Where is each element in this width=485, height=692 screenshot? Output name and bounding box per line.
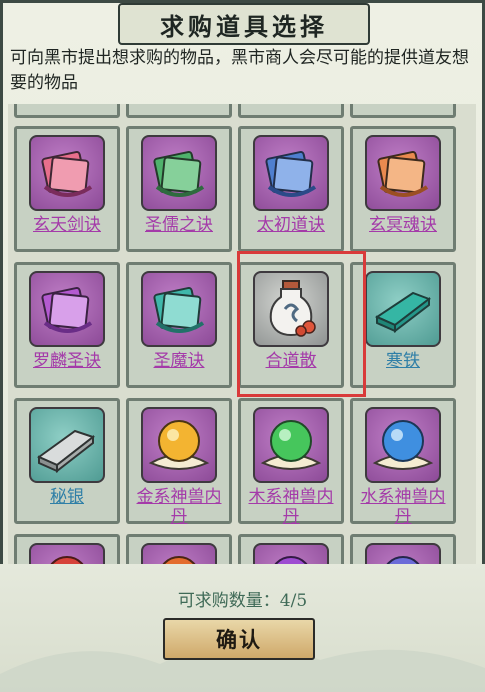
item-label: 金系神兽内丹 (136, 487, 222, 527)
item-label: 玄冥魂诀 (369, 215, 437, 235)
item-cell-partial[interactable] (126, 534, 232, 564)
item-label: 圣魔诀 (153, 351, 205, 371)
item-cell[interactable]: 水系神兽内丹 (350, 398, 456, 527)
gold-orb-icon (141, 407, 217, 483)
item-cell[interactable]: 圣儒之诀 (126, 126, 232, 252)
item-label: 玄天剑诀 (33, 215, 101, 235)
item-label: 木系神兽内丹 (248, 487, 334, 527)
item-cell[interactable]: 圣魔诀 (126, 262, 232, 388)
item-label: 寒铁 (386, 351, 420, 371)
book-stack-icon (141, 271, 217, 347)
item-cell-partial[interactable] (14, 534, 120, 564)
teal-ingot-icon (365, 271, 441, 347)
silver-ingot-icon (29, 407, 105, 483)
item-cell[interactable]: 太初道诀 (238, 126, 344, 252)
item-cell-hidden[interactable] (350, 104, 456, 118)
item-cell[interactable]: 玄天剑诀 (14, 126, 120, 252)
description-text: 可向黑市提出想求购的物品，黑市商人会尽可能的提供道友想要的物品 (10, 48, 469, 93)
item-label: 罗麟圣诀 (33, 351, 101, 371)
green-orb-icon (253, 407, 329, 483)
purple-orb-icon (253, 543, 329, 564)
book-stack-icon (365, 135, 441, 211)
item-cell-hidden[interactable] (126, 104, 232, 118)
item-cell-partial[interactable] (350, 534, 456, 564)
item-label: 水系神兽内丹 (360, 487, 446, 527)
violet-orb-icon (365, 543, 441, 564)
item-cell-hidden[interactable] (238, 104, 344, 118)
item-label: 圣儒之诀 (145, 215, 213, 235)
purchase-count-text: 可求购数量：4/5 (177, 591, 308, 611)
item-cell[interactable]: 木系神兽内丹 (238, 398, 344, 527)
book-stack-icon (29, 271, 105, 347)
item-cell[interactable]: 玄冥魂诀 (350, 126, 456, 252)
item-cell[interactable]: 秘银 (14, 398, 120, 524)
book-stack-icon (141, 135, 217, 211)
book-stack-icon (29, 135, 105, 211)
orange-orb-icon (141, 543, 217, 564)
book-stack-icon (253, 135, 329, 211)
item-label: 秘银 (50, 487, 84, 507)
item-label: 太初道诀 (257, 215, 325, 235)
item-cell[interactable]: 罗麟圣诀 (14, 262, 120, 388)
item-cell[interactable]: 金系神兽内丹 (126, 398, 232, 527)
confirm-button[interactable]: 确认 (163, 618, 315, 660)
blue-orb-icon (365, 407, 441, 483)
dialog-title: 求购道具选择 (118, 3, 370, 45)
selection-highlight (237, 251, 366, 397)
item-cell-hidden[interactable] (14, 104, 120, 118)
item-cell-partial[interactable] (238, 534, 344, 564)
red-orb-icon (29, 543, 105, 564)
